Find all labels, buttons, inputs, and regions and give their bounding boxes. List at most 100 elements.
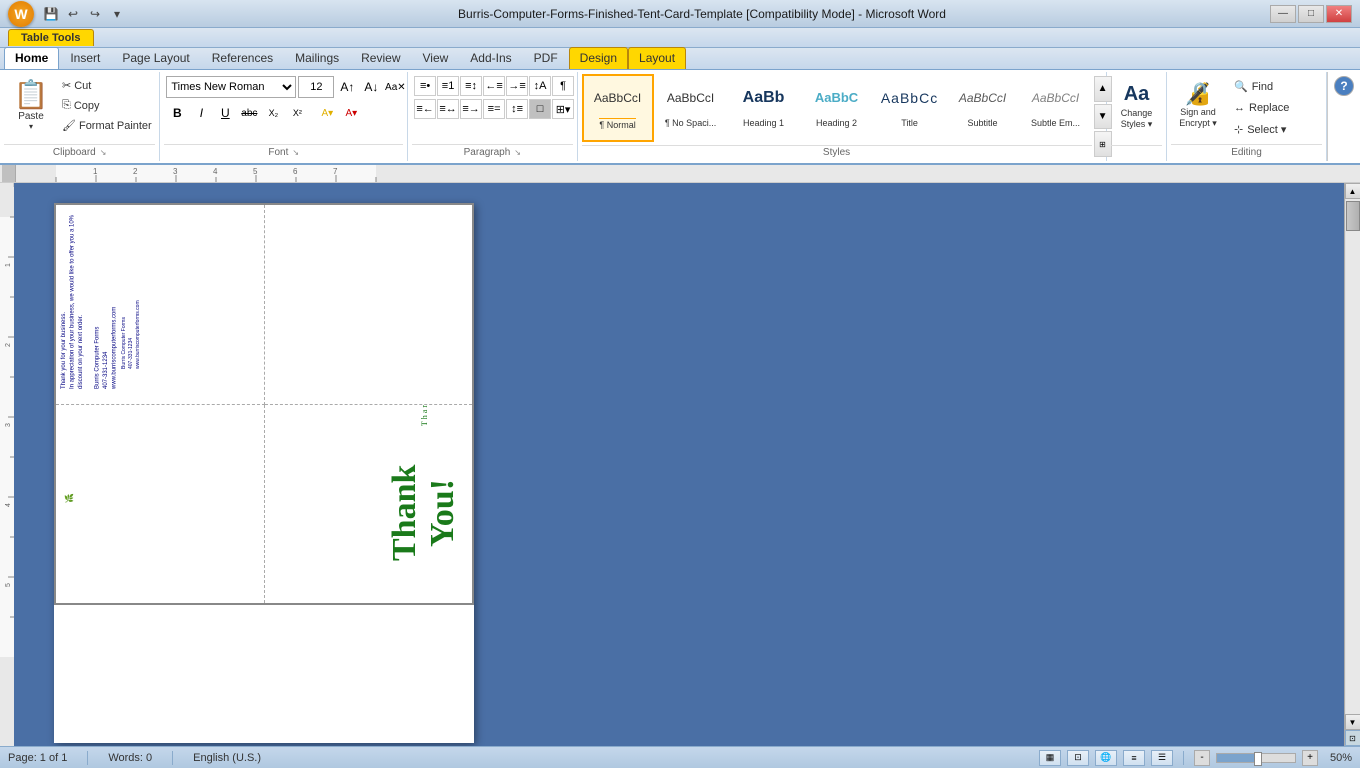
tab-references[interactable]: References	[201, 47, 284, 69]
privacy-content: 🔏 Sign andEncrypt ▾ 🔍 Find ↔ Replace ⊹ S	[1171, 74, 1322, 144]
font-name-select[interactable]: Times New Roman	[166, 76, 296, 98]
copy-button[interactable]: ⎘ Copy	[57, 96, 157, 115]
shading-button[interactable]: □	[529, 99, 551, 119]
tab-home[interactable]: Home	[4, 47, 59, 69]
subscript-button[interactable]: X₂	[262, 102, 284, 124]
style-title-button[interactable]: AaBbCc Title	[874, 74, 946, 142]
font-expand[interactable]: ↘	[292, 148, 299, 157]
replace-button[interactable]: ↔ Replace	[1227, 98, 1307, 118]
font-grow-button[interactable]: A↑	[336, 76, 358, 98]
increase-indent-button[interactable]: →≡	[506, 76, 528, 96]
office-button[interactable]: W	[8, 1, 34, 27]
style-normal-preview: AaBbCcI	[586, 78, 650, 118]
scroll-track[interactable]	[1346, 199, 1360, 714]
customize-button[interactable]: ▾	[108, 5, 126, 23]
change-styles-button[interactable]: Aa ChangeStyles ▾	[1113, 78, 1161, 135]
minimize-button[interactable]: —	[1270, 5, 1296, 23]
zoom-out-button[interactable]: -	[1194, 750, 1210, 766]
scroll-thumb[interactable]	[1346, 201, 1360, 231]
line-spacing-button[interactable]: ↕≡	[506, 99, 528, 119]
styles-buttons-row: AaBbCcI ¶ Normal AaBbCcI ¶ No Spaci... A…	[582, 74, 1092, 145]
numbering-button[interactable]: ≡1	[437, 76, 459, 96]
align-right-button[interactable]: ≡→	[460, 99, 482, 119]
outline-button[interactable]: ≡	[1123, 750, 1145, 766]
close-button[interactable]: ✕	[1326, 5, 1352, 23]
scroll-down-button[interactable]: ▼	[1345, 714, 1360, 730]
italic-button[interactable]: I	[190, 102, 212, 124]
top-left-cell[interactable]: Thank you for your business. In apprecia…	[55, 204, 264, 404]
tab-insert[interactable]: Insert	[59, 47, 111, 69]
language-status: English (U.S.)	[193, 752, 261, 764]
sort-button[interactable]: ↕A	[529, 76, 551, 96]
maximize-button[interactable]: □	[1298, 5, 1324, 23]
redo-button[interactable]: ↪	[86, 5, 104, 23]
find-button[interactable]: 🔍 Find	[1227, 76, 1307, 97]
find-replace-col: 🔍 Find ↔ Replace ⊹ Select ▾	[1227, 76, 1307, 140]
paragraph-group: ≡• ≡1 ≡↕ ←≡ →≡ ↕A ¶ ≡← ≡↔ ≡→ ≡= ↕≡ □ ⊞▾ …	[408, 72, 577, 161]
style-heading2-button[interactable]: AaBbC Heading 2	[801, 74, 873, 142]
align-left-button[interactable]: ≡←	[414, 99, 436, 119]
sign-encrypt-button[interactable]: 🔏 Sign andEncrypt ▾	[1173, 76, 1223, 134]
clear-format-button[interactable]: Aa✕	[384, 76, 406, 98]
zoom-handle[interactable]	[1254, 752, 1262, 766]
paste-dropdown[interactable]: ▾	[29, 122, 33, 131]
style-subtitle-preview: AaBbCcI	[951, 78, 1015, 118]
web-layout-button[interactable]: 🌐	[1095, 750, 1117, 766]
help-button[interactable]: ?	[1334, 76, 1354, 96]
top-right-cell[interactable]	[264, 204, 473, 404]
text-highlight-button[interactable]: A▾	[316, 102, 338, 124]
justify-button[interactable]: ≡=	[483, 99, 505, 119]
tab-review[interactable]: Review	[350, 47, 411, 69]
scroll-up-button[interactable]: ▲	[1345, 183, 1360, 199]
clipboard-expand[interactable]: ↘	[100, 148, 107, 157]
split-scroll-button[interactable]: ⊡	[1345, 730, 1360, 746]
superscript-button[interactable]: X²	[286, 102, 308, 124]
bullets-button[interactable]: ≡•	[414, 76, 436, 96]
style-subtle-emphasis-button[interactable]: AaBbCcI Subtle Em...	[1020, 74, 1092, 142]
bottom-right-cell[interactable]: Thank You!!! Thank You!	[264, 404, 473, 604]
style-normal-button[interactable]: AaBbCcI ¶ Normal	[582, 74, 654, 142]
tab-layout[interactable]: Layout	[628, 47, 686, 69]
bold-button[interactable]: B	[166, 102, 188, 124]
document-area[interactable]: Thank you for your business. In apprecia…	[14, 183, 1344, 746]
tab-pdf[interactable]: PDF	[523, 47, 569, 69]
zoom-slider[interactable]	[1216, 753, 1296, 763]
underline-button[interactable]: U	[214, 102, 236, 124]
tab-add-ins[interactable]: Add-Ins	[459, 47, 522, 69]
align-center-button[interactable]: ≡↔	[437, 99, 459, 119]
font-shrink-button[interactable]: A↓	[360, 76, 382, 98]
multilevel-button[interactable]: ≡↕	[460, 76, 482, 96]
paste-button[interactable]: 📋 Paste ▾	[6, 76, 56, 134]
format-painter-button[interactable]: 🖌 Format Painter	[57, 116, 157, 135]
font-content: Times New Roman A↑ A↓ Aa✕ B I U abc X₂ X…	[164, 74, 403, 144]
zoom-in-button[interactable]: +	[1302, 750, 1318, 766]
decrease-indent-button[interactable]: ←≡	[483, 76, 505, 96]
strikethrough-button[interactable]: abc	[238, 102, 260, 124]
tab-page-layout[interactable]: Page Layout	[111, 47, 200, 69]
show-marks-button[interactable]: ¶	[552, 76, 574, 96]
print-layout-button[interactable]: ▦	[1039, 750, 1061, 766]
save-button[interactable]: 💾	[42, 5, 60, 23]
sign-encrypt-icon: 🔏	[1184, 81, 1211, 107]
copy-icon: ⎘	[62, 99, 71, 112]
cut-button[interactable]: ✂ Cut	[57, 76, 157, 95]
tab-view[interactable]: View	[412, 47, 460, 69]
font-color-button[interactable]: A▾	[340, 102, 362, 124]
tab-design[interactable]: Design	[569, 47, 628, 69]
style-subtitle-button[interactable]: AaBbCcI Subtitle	[947, 74, 1019, 142]
font-size-input[interactable]	[298, 76, 334, 98]
paragraph-expand[interactable]: ↘	[514, 148, 521, 157]
tab-mailings[interactable]: Mailings	[284, 47, 350, 69]
draft-button[interactable]: ☰	[1151, 750, 1173, 766]
full-screen-button[interactable]: ⊡	[1067, 750, 1089, 766]
change-styles-group-label	[1111, 145, 1162, 159]
undo-button[interactable]: ↩	[64, 5, 82, 23]
borders-button[interactable]: ⊞▾	[552, 99, 574, 119]
svg-text:6: 6	[293, 167, 298, 176]
style-no-spacing-button[interactable]: AaBbCcI ¶ No Spaci...	[655, 74, 727, 142]
style-heading1-button[interactable]: AaBb Heading 1	[728, 74, 800, 142]
select-button[interactable]: ⊹ Select ▾	[1227, 119, 1307, 140]
style-title-label: Title	[901, 118, 918, 128]
vertical-scrollbar[interactable]: ▲ ▼ ⊡	[1344, 183, 1360, 746]
bottom-left-cell[interactable]: 🌿	[55, 404, 264, 604]
